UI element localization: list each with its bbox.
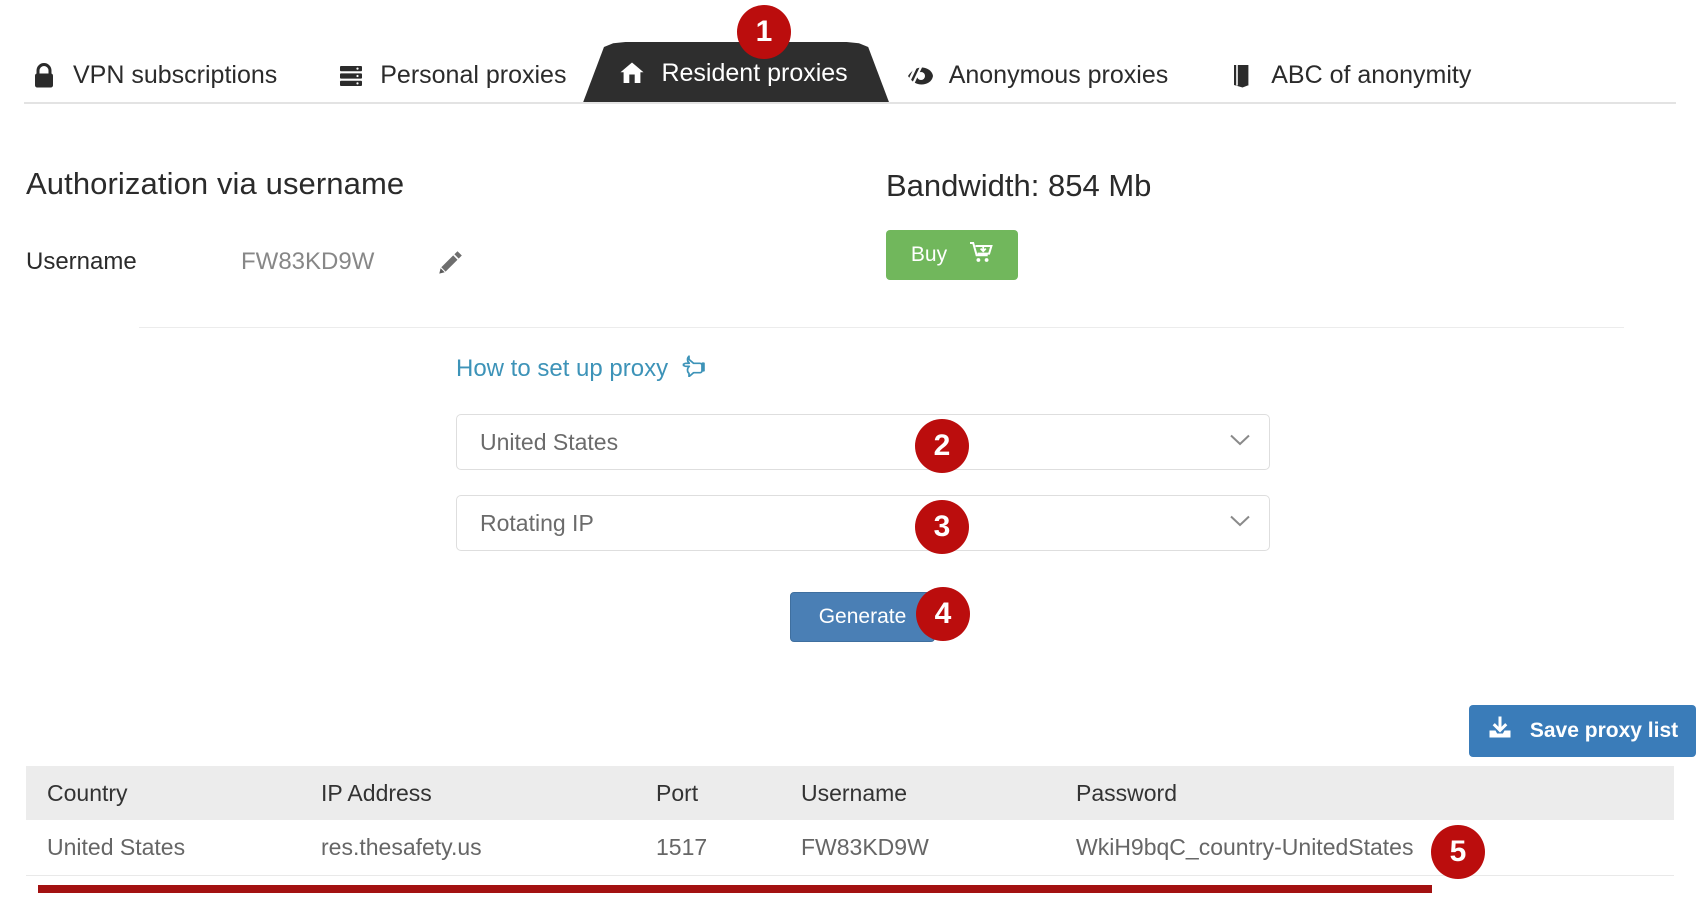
setup-link-label: How to set up proxy [456,355,668,383]
section-divider [139,327,1624,328]
ip-type-select[interactable]: Rotating IP [456,495,1270,551]
tab-label: VPN subscriptions [73,61,277,90]
authorization-heading: Authorization via username [26,166,404,202]
save-proxy-list-label: Save proxy list [1530,719,1678,743]
book-icon [1228,62,1256,90]
tab-personal-proxies[interactable]: Personal proxies [307,47,596,104]
download-icon [1487,716,1513,746]
tab-label: Resident proxies [661,59,847,88]
column-header-password: Password [1076,780,1674,807]
step-badge-3: 3 [915,500,969,554]
column-header-port: Port [656,780,801,807]
pointing-hand-icon [679,353,707,384]
buy-button-label: Buy [911,243,947,267]
tab-label: Personal proxies [380,61,566,90]
pencil-icon[interactable] [436,247,466,277]
main-tab-bar: VPN subscriptions Personal proxies [0,0,1700,104]
column-header-username: Username [801,780,1076,807]
buy-button[interactable]: Buy [886,230,1018,280]
username-label: Username [26,248,241,276]
cell-username: FW83KD9W [801,834,1076,861]
username-row: Username FW83KD9W [26,247,466,277]
table-row[interactable]: United States res.thesafety.us 1517 FW83… [26,820,1674,876]
step-badge-1: 1 [737,5,791,59]
generate-button[interactable]: Generate [790,592,935,642]
highlight-underline [38,885,1432,893]
tab-bar-divider [24,102,1676,104]
incognito-eye-icon [906,62,934,90]
column-header-country: Country [26,780,321,807]
tab-label: Anonymous proxies [949,61,1169,90]
save-proxy-list-button[interactable]: Save proxy list [1469,705,1696,757]
tab-abc-of-anonymity[interactable]: ABC of anonymity [1198,47,1501,104]
proxy-table: Country IP Address Port Username Passwor… [26,766,1674,876]
step-badge-5: 5 [1431,825,1485,879]
tab-label: ABC of anonymity [1271,61,1471,90]
how-to-set-up-proxy-link[interactable]: How to set up proxy [456,353,707,384]
home-icon [618,59,646,87]
step-badge-4: 4 [916,587,970,641]
ip-type-select-value: Rotating IP [480,510,1229,537]
column-header-ip: IP Address [321,780,656,807]
tab-resident-proxies[interactable]: Resident proxies [582,42,889,104]
tab-anonymous-proxies[interactable]: Anonymous proxies [876,47,1199,104]
server-stack-icon [337,62,365,90]
cell-port: 1517 [656,834,801,861]
tab-vpn-subscriptions[interactable]: VPN subscriptions [0,47,307,104]
username-value: FW83KD9W [241,248,374,276]
chevron-down-icon [1229,433,1251,452]
country-select-value: United States [480,429,1229,456]
bandwidth-heading: Bandwidth: 854 Mb [886,168,1151,204]
step-badge-2: 2 [915,419,969,473]
country-select[interactable]: United States [456,414,1270,470]
chevron-down-icon [1229,514,1251,533]
cell-country: United States [26,834,321,861]
table-header-row: Country IP Address Port Username Passwor… [26,766,1674,820]
page-root: VPN subscriptions Personal proxies [0,0,1700,919]
cell-ip: res.thesafety.us [321,834,656,861]
cell-password: WkiH9bqC_country-UnitedStates [1076,834,1674,861]
lock-icon [30,62,58,90]
shopping-cart-icon [969,241,993,269]
